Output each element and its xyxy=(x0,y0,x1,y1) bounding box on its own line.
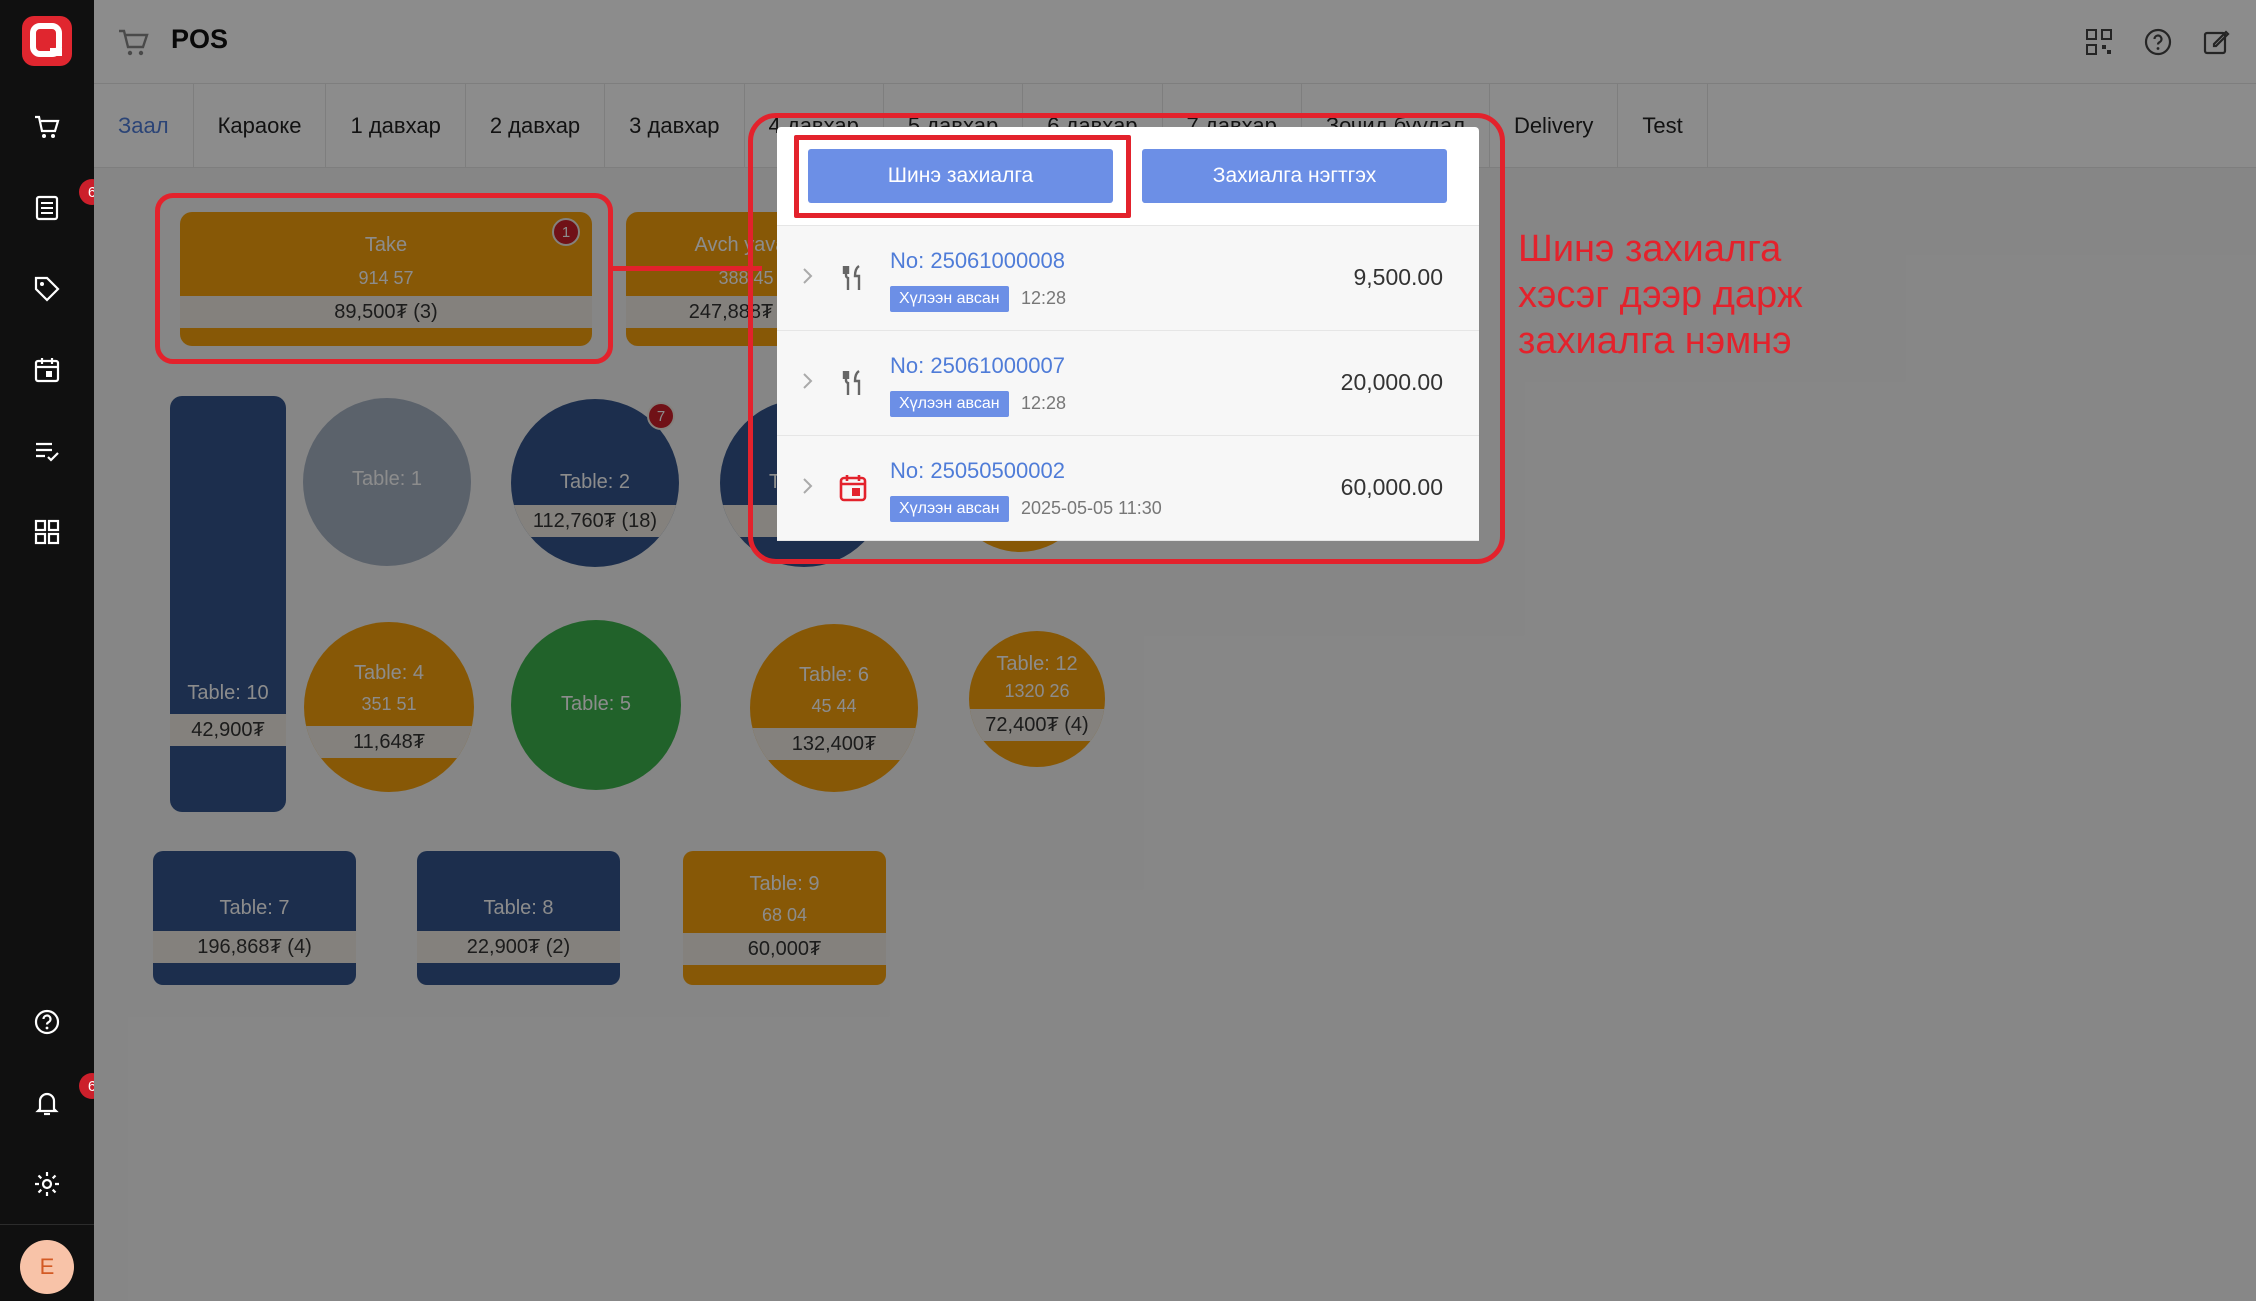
order-amount: 60,000.00 xyxy=(1340,474,1443,500)
orders-list-icon[interactable] xyxy=(27,188,67,228)
annotation-caption: Шинэ захиалга хэсэг дээр дарж захиалга н… xyxy=(1518,226,1878,364)
order-row[interactable]: No: 25061000008 Хүлээн авсан 12:28 9,500… xyxy=(777,226,1479,331)
sidebar-divider xyxy=(0,1224,94,1225)
annotation-take-highlight xyxy=(155,193,613,364)
annotation-connector xyxy=(612,266,762,271)
user-avatar[interactable]: E xyxy=(20,1240,74,1294)
order-number: No: 25061000007 xyxy=(890,353,1065,378)
app-logo-icon[interactable] xyxy=(20,14,74,68)
annotation-line-3: захиалга нэмнэ xyxy=(1518,320,1792,362)
order-status-badge: Хүлээн авсан xyxy=(890,496,1009,522)
checklist-icon[interactable] xyxy=(27,431,67,471)
annotation-line-2: хэсэг дээр дарж xyxy=(1518,274,1803,316)
order-row[interactable]: No: 25050500002 Хүлээн авсан 2025-05-05 … xyxy=(777,436,1479,541)
order-number: No: 25061000008 xyxy=(890,248,1065,273)
order-status-badge: Хүлээн авсан xyxy=(890,286,1009,312)
chevron-right-icon xyxy=(803,268,813,284)
order-row[interactable]: No: 25061000007 Хүлээн авсан 12:28 20,00… xyxy=(777,331,1479,436)
tag-icon[interactable] xyxy=(27,269,67,309)
settings-gear-icon[interactable] xyxy=(27,1164,67,1204)
help-icon[interactable] xyxy=(27,1002,67,1042)
order-amount: 9,500.00 xyxy=(1353,264,1443,290)
order-number: No: 25050500002 xyxy=(890,458,1065,483)
sidebar: 6 6 E xyxy=(0,0,105,1301)
grid-icon[interactable] xyxy=(27,512,67,552)
annotation-line-1: Шинэ захиалга xyxy=(1518,228,1782,270)
order-time: 2025-05-05 11:30 xyxy=(1021,498,1162,518)
fork-knife-icon xyxy=(842,265,861,290)
order-time: 12:28 xyxy=(1021,393,1067,413)
order-time: 12:28 xyxy=(1021,288,1067,308)
chevron-right-icon xyxy=(803,373,813,389)
chevron-right-icon xyxy=(803,478,813,494)
bell-icon[interactable] xyxy=(27,1083,67,1123)
calendar-icon[interactable] xyxy=(27,350,67,390)
cart-icon[interactable] xyxy=(27,107,67,147)
fork-knife-icon xyxy=(842,370,861,395)
order-amount: 20,000.00 xyxy=(1340,369,1443,395)
annotation-new-order-highlight xyxy=(794,135,1131,218)
calendar-icon xyxy=(839,475,867,502)
order-status-badge: Хүлээн авсан xyxy=(890,391,1009,417)
merge-order-button[interactable]: Захиалга нэгтгэх xyxy=(1142,149,1447,203)
